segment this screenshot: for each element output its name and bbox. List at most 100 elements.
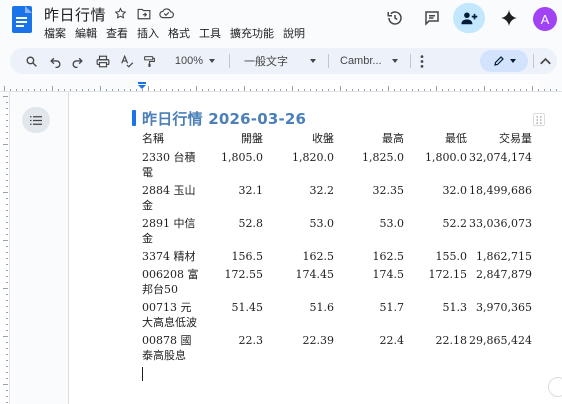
ruler-tick bbox=[202, 89, 203, 91]
share-button[interactable] bbox=[453, 3, 485, 33]
ruler-tick bbox=[16, 89, 17, 91]
ruler-tick bbox=[6, 156, 8, 157]
ruler-tick bbox=[208, 89, 209, 91]
comments-icon[interactable] bbox=[420, 6, 444, 30]
editing-mode-button[interactable] bbox=[480, 50, 528, 72]
ruler-tick bbox=[6, 306, 8, 307]
table-header-row: 名稱 開盤 收盤 最高 最低 交易量 bbox=[140, 130, 532, 147]
undo-icon[interactable] bbox=[46, 51, 64, 71]
search-icon[interactable] bbox=[22, 51, 40, 71]
ruler-tick bbox=[196, 86, 197, 91]
ruler-tick bbox=[6, 360, 8, 361]
redo-icon[interactable] bbox=[68, 51, 86, 71]
menu-extensions[interactable]: 擴充功能 bbox=[230, 25, 274, 41]
menu-tools[interactable]: 工具 bbox=[199, 25, 221, 41]
indent-marker-icon[interactable] bbox=[137, 82, 147, 89]
ruler-tick bbox=[436, 86, 437, 91]
ruler-tick bbox=[46, 89, 47, 91]
font-select[interactable]: Cambr... bbox=[334, 51, 404, 71]
menu-edit[interactable]: 編輯 bbox=[75, 25, 97, 41]
heading-marker bbox=[132, 110, 136, 126]
ruler-tick bbox=[6, 270, 8, 271]
ruler-tick bbox=[6, 396, 8, 397]
cell-open: 22.3 bbox=[238, 334, 264, 347]
table-row: 00713 元大高息低波 51.45 51.6 51.7 51.3 3,970,… bbox=[140, 297, 532, 330]
heading-title: 昨日行情 bbox=[142, 110, 203, 128]
cell-open: 32.1 bbox=[238, 184, 264, 197]
toolbar-divider bbox=[533, 54, 534, 68]
ruler-tick bbox=[6, 132, 8, 133]
ruler-tick bbox=[484, 86, 485, 91]
docs-logo-icon[interactable] bbox=[12, 6, 32, 33]
gemini-icon[interactable] bbox=[497, 6, 521, 30]
ruler-tick bbox=[232, 89, 233, 91]
move-folder-icon[interactable] bbox=[136, 5, 152, 21]
more-icon[interactable] bbox=[414, 51, 430, 71]
cell-low: 51.3 bbox=[442, 301, 468, 314]
cloud-saved-icon[interactable] bbox=[158, 5, 174, 21]
cell-high: 51.7 bbox=[379, 301, 405, 314]
ruler-tick bbox=[304, 89, 305, 91]
ruler-tick bbox=[6, 252, 8, 253]
table-drag-handle[interactable] bbox=[533, 113, 545, 126]
spellcheck-icon[interactable] bbox=[118, 51, 136, 71]
ruler-tick bbox=[478, 89, 479, 91]
cell-low: 52.2 bbox=[442, 217, 468, 230]
ruler-tick bbox=[3, 288, 8, 289]
ruler-tick bbox=[430, 89, 431, 91]
ruler-tick bbox=[412, 89, 413, 91]
ruler-tick bbox=[6, 330, 8, 331]
header-high: 最高 bbox=[382, 132, 404, 145]
ruler-tick bbox=[6, 264, 8, 265]
ruler-tick bbox=[136, 89, 137, 91]
floating-action-button[interactable] bbox=[548, 377, 562, 397]
menu-insert[interactable]: 插入 bbox=[137, 25, 159, 41]
ruler-tick bbox=[6, 162, 8, 163]
ruler-tick bbox=[6, 150, 8, 151]
toolbar-divider bbox=[410, 54, 411, 68]
cell-name: 006208 富邦台50 bbox=[142, 268, 199, 296]
ruler-tick bbox=[6, 342, 8, 343]
ruler-tick bbox=[6, 318, 8, 319]
ruler-tick bbox=[6, 402, 8, 403]
menu-format[interactable]: 格式 bbox=[168, 25, 190, 41]
ruler-tick bbox=[6, 198, 8, 199]
ruler-tick bbox=[538, 89, 539, 91]
chevron-up-icon[interactable] bbox=[537, 51, 553, 71]
ruler-tick bbox=[226, 89, 227, 91]
vertical-ruler[interactable] bbox=[0, 92, 10, 404]
menu-view[interactable]: 查看 bbox=[106, 25, 128, 41]
ruler-tick bbox=[6, 138, 8, 139]
list-icon bbox=[30, 115, 42, 125]
stock-quote-table[interactable]: 名稱 開盤 收盤 最高 最低 交易量 2330 台積電 1,805.0 1,82… bbox=[140, 130, 532, 363]
paragraph-style-select[interactable]: 一般文字 bbox=[238, 51, 322, 71]
document-outline-button[interactable] bbox=[22, 107, 50, 133]
pen-icon bbox=[493, 56, 504, 66]
document-title[interactable]: 昨日行情 bbox=[44, 4, 106, 25]
star-icon[interactable] bbox=[112, 5, 128, 21]
account-avatar[interactable]: A bbox=[533, 7, 557, 31]
ruler-tick bbox=[6, 210, 8, 211]
version-history-icon[interactable] bbox=[383, 6, 407, 30]
ruler-tick bbox=[352, 89, 353, 91]
print-icon[interactable] bbox=[94, 51, 112, 71]
paint-format-icon[interactable] bbox=[140, 51, 158, 71]
horizontal-ruler[interactable] bbox=[0, 80, 562, 92]
ruler-tick bbox=[148, 86, 149, 91]
zoom-value: 100% bbox=[174, 55, 204, 67]
cell-name: 2891 中信金 bbox=[142, 217, 196, 245]
ruler-tick bbox=[6, 300, 8, 301]
ruler-tick bbox=[244, 86, 245, 91]
ruler-tick bbox=[124, 89, 125, 91]
text-cursor bbox=[142, 367, 143, 381]
cell-low: 155.0 bbox=[435, 250, 468, 263]
ruler-tick bbox=[6, 114, 8, 115]
ruler-tick bbox=[268, 89, 269, 91]
ruler-tick bbox=[3, 384, 8, 385]
ruler-tick bbox=[6, 228, 8, 229]
zoom-select[interactable]: 100% bbox=[168, 51, 222, 71]
menu-file[interactable]: 檔案 bbox=[44, 25, 66, 41]
menu-help[interactable]: 說明 bbox=[283, 25, 305, 41]
cell-high: 162.5 bbox=[372, 250, 405, 263]
paragraph-style-value: 一般文字 bbox=[244, 56, 288, 68]
